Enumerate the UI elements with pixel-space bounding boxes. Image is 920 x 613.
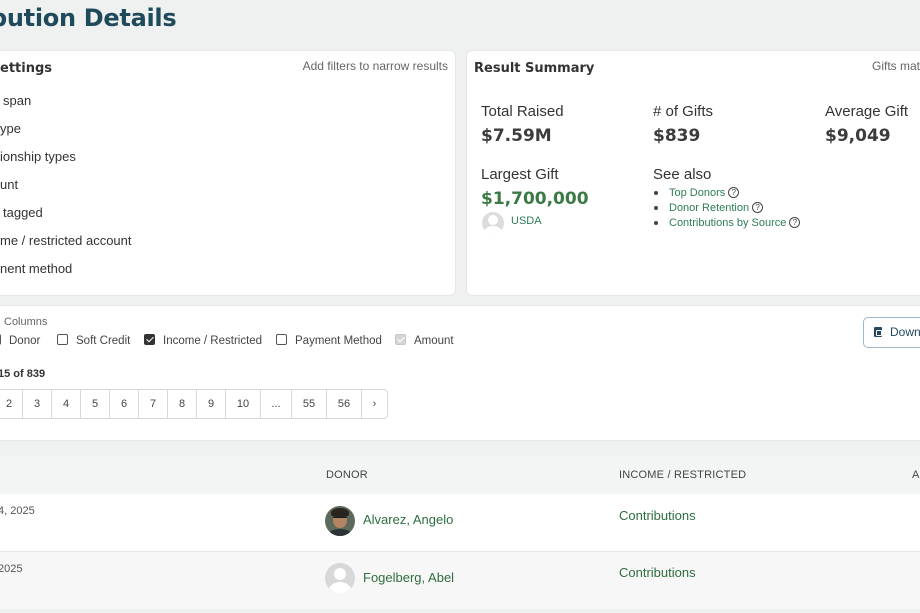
- total-raised-value: $7.59M: [481, 126, 552, 146]
- filter-payment-method[interactable]: nent method: [0, 261, 72, 276]
- filter-income-restricted-account[interactable]: me / restricted account: [0, 233, 132, 248]
- gift-date: 2025: [0, 563, 23, 575]
- column-toggle-income-restricted[interactable]: Income / Restricted: [144, 334, 262, 347]
- filter-relationship-types[interactable]: ionship types: [0, 149, 76, 164]
- column-toggle-donor[interactable]: Donor: [0, 334, 40, 347]
- average-gift-label: Average Gift: [825, 103, 909, 120]
- donor-link[interactable]: Fogelberg, Abel: [363, 570, 454, 585]
- column-label-income-restricted: Income / Restricted: [163, 335, 263, 347]
- summary-heading: Result Summary: [474, 61, 595, 76]
- bullet: [654, 206, 658, 211]
- results-toolbar-panel: [0, 306, 920, 440]
- filter-settings-card: ettings Add filters to narrow results sp…: [0, 51, 455, 295]
- help-icon[interactable]: ?: [789, 217, 801, 228]
- page-56[interactable]: 56: [327, 390, 362, 418]
- header-income-restricted[interactable]: INCOME / RESTRICTED: [619, 469, 746, 481]
- bullet: [654, 191, 658, 196]
- page-7[interactable]: 7: [139, 390, 168, 418]
- column-toggle-amount: Amount: [395, 334, 454, 347]
- column-label-soft-credit: Soft Credit: [76, 335, 131, 347]
- total-raised-label: Total Raised: [481, 103, 564, 120]
- download-label: Down: [890, 325, 920, 339]
- help-icon[interactable]: ?: [752, 202, 764, 213]
- checkbox-soft-credit[interactable]: [57, 334, 68, 345]
- column-label-payment-method: Payment Method: [295, 335, 382, 347]
- page-title: bution Details: [0, 4, 177, 32]
- pagination: 2 3 4 5 6 7 8 9 10 ... 55 56 ›: [0, 389, 388, 419]
- column-label-donor: Donor: [9, 335, 41, 347]
- result-summary-card: Result Summary Gifts matc Total Raised $…: [467, 51, 920, 295]
- filter-account[interactable]: unt: [0, 177, 18, 192]
- page-8[interactable]: 8: [168, 390, 197, 418]
- page-3[interactable]: 3: [23, 390, 52, 418]
- gift-count-value: $839: [653, 126, 701, 146]
- filter-tagged[interactable]: tagged: [3, 205, 43, 220]
- next-page-button[interactable]: ›: [362, 390, 387, 418]
- page-2[interactable]: 2: [0, 390, 23, 418]
- table-row: 2025 Fogelberg, Abel Contributions: [0, 552, 920, 609]
- page-4[interactable]: 4: [52, 390, 81, 418]
- contributions-by-source-label: Contributions by Source: [669, 217, 787, 229]
- page-10[interactable]: 10: [226, 390, 261, 418]
- checkbox-donor[interactable]: [0, 334, 1, 345]
- filter-date-span[interactable]: span: [3, 93, 31, 108]
- largest-gift-value: $1,700,000: [481, 189, 589, 209]
- column-toggle-payment-method[interactable]: Payment Method: [276, 334, 382, 347]
- settings-hint: Add filters to narrow results: [302, 59, 448, 73]
- donor-avatar-placeholder-icon: [325, 563, 355, 593]
- gift-count-label: # of Gifts: [653, 103, 714, 120]
- checkbox-income-restricted[interactable]: [144, 334, 155, 345]
- top-donors-link[interactable]: Top Donors?: [654, 187, 740, 199]
- top-donors-label: Top Donors: [669, 187, 726, 199]
- donor-retention-label: Donor Retention: [669, 202, 750, 214]
- columns-label: Columns: [4, 316, 48, 328]
- excel-file-icon: [874, 327, 882, 337]
- header-amount[interactable]: A: [912, 469, 920, 481]
- donor-avatar-icon: [482, 212, 504, 234]
- header-donor[interactable]: DONOR: [326, 469, 368, 481]
- results-table: DONOR INCOME / RESTRICTED A 4, 2025 Alva…: [0, 456, 920, 613]
- summary-hint: Gifts matc: [872, 59, 920, 73]
- largest-gift-donor-link[interactable]: USDA: [511, 215, 542, 227]
- page-6[interactable]: 6: [110, 390, 139, 418]
- settings-heading: ettings: [0, 61, 52, 76]
- income-account-link[interactable]: Contributions: [619, 565, 696, 580]
- donor-link[interactable]: Alvarez, Angelo: [363, 512, 453, 527]
- page-55[interactable]: 55: [292, 390, 327, 418]
- filter-gift-type[interactable]: ype: [0, 121, 21, 136]
- checkbox-amount: [395, 334, 406, 345]
- largest-gift-label: Largest Gift: [481, 166, 559, 183]
- donor-avatar: [325, 506, 355, 536]
- gift-date: 4, 2025: [0, 505, 35, 517]
- income-account-link[interactable]: Contributions: [619, 508, 696, 523]
- contributions-by-source-link[interactable]: Contributions by Source?: [654, 217, 801, 229]
- bullet: [654, 221, 658, 226]
- page-ellipsis: ...: [261, 390, 292, 418]
- average-gift-value: $9,049: [825, 126, 891, 146]
- column-label-amount: Amount: [414, 335, 454, 347]
- page-9[interactable]: 9: [197, 390, 226, 418]
- donor-retention-link[interactable]: Donor Retention?: [654, 202, 764, 214]
- page-5[interactable]: 5: [81, 390, 110, 418]
- results-count: 15 of 839: [0, 368, 46, 380]
- see-also-label: See also: [653, 166, 712, 183]
- table-row: 4, 2025 Alvarez, Angelo Contributions: [0, 494, 920, 552]
- download-button[interactable]: Down: [863, 317, 920, 348]
- column-toggle-soft-credit[interactable]: Soft Credit: [57, 334, 130, 347]
- table-header: DONOR INCOME / RESTRICTED A: [0, 456, 920, 494]
- help-icon[interactable]: ?: [728, 187, 740, 198]
- checkbox-payment-method[interactable]: [276, 334, 287, 345]
